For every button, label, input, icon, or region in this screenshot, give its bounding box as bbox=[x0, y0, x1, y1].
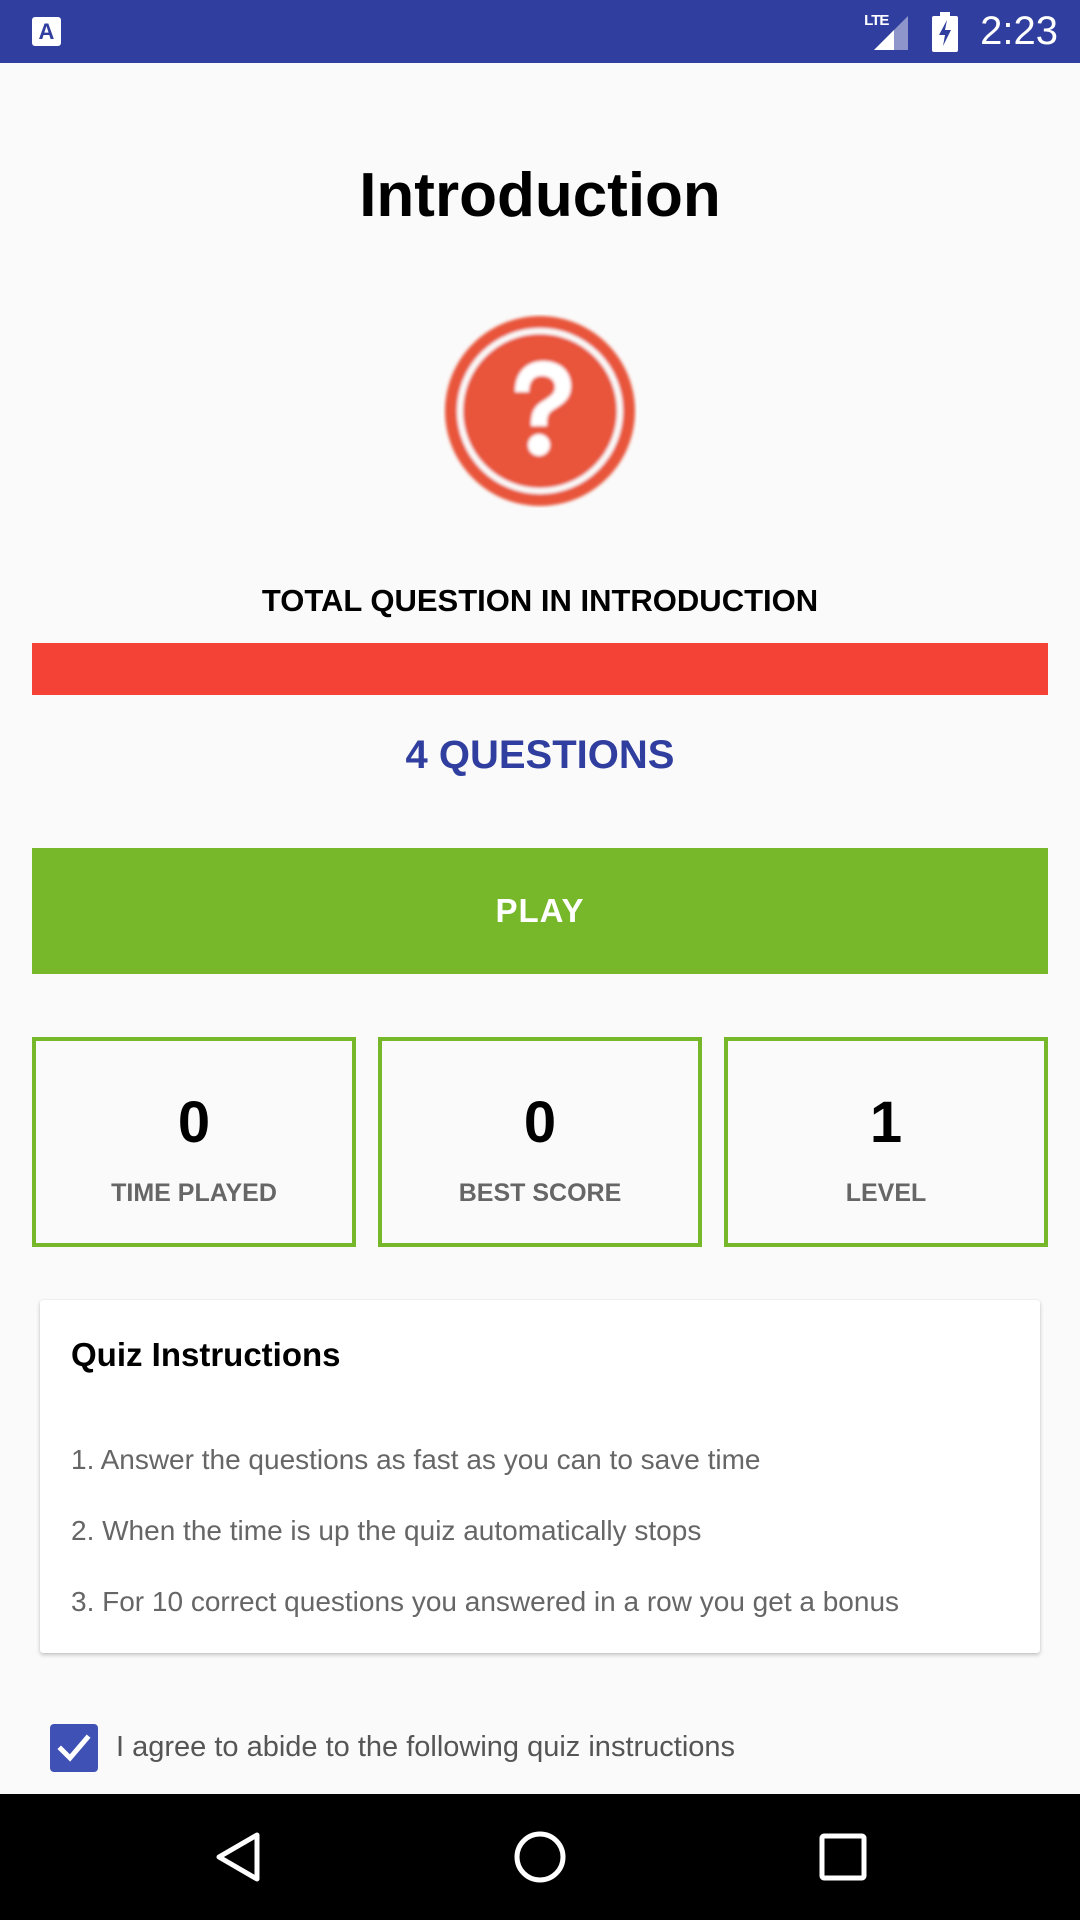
page-title: Introduction bbox=[359, 161, 721, 230]
status-time: 2:23 bbox=[980, 9, 1058, 53]
stat-label: BEST SCORE bbox=[458, 1179, 622, 1207]
stat-value: 1 bbox=[869, 1090, 903, 1155]
signal-icon: LTE bbox=[864, 12, 910, 52]
agree-label[interactable]: I agree to abide to the following quiz i… bbox=[116, 1731, 735, 1764]
stat-value: 0 bbox=[177, 1090, 211, 1155]
home-icon[interactable] bbox=[510, 1827, 570, 1887]
app-notification-icon: A bbox=[32, 17, 61, 46]
battery-charging-icon bbox=[932, 11, 959, 52]
instruction-item: 3. For 10 correct questions you answered… bbox=[71, 1586, 900, 1617]
instructions-card: Quiz Instructions 1. Answer the question… bbox=[40, 1300, 1040, 1653]
app-icon-letter: A bbox=[38, 18, 55, 44]
stat-value: 0 bbox=[523, 1090, 557, 1155]
back-icon[interactable] bbox=[207, 1827, 267, 1887]
play-button[interactable]: PLAY bbox=[32, 848, 1048, 974]
status-indicators: LTE 2:23 bbox=[864, 0, 1058, 63]
question-circle-icon bbox=[445, 316, 635, 506]
instruction-item: 1. Answer the questions as fast as you c… bbox=[71, 1444, 761, 1475]
stat-time-played: 0 TIME PLAYED bbox=[32, 1037, 356, 1247]
total-questions-label: TOTAL QUESTION IN INTRODUCTION bbox=[261, 583, 819, 618]
stat-label: LEVEL bbox=[845, 1179, 927, 1207]
instruction-item: 2. When the time is up the quiz automati… bbox=[71, 1515, 702, 1546]
questions-count: 4 QUESTIONS bbox=[405, 733, 675, 777]
status-bar: A LTE 2:23 bbox=[0, 0, 1080, 63]
instructions-title: Quiz Instructions bbox=[71, 1336, 341, 1373]
navigation-bar bbox=[0, 1794, 1080, 1920]
stat-level: 1 LEVEL bbox=[724, 1037, 1048, 1247]
stat-best-score: 0 BEST SCORE bbox=[378, 1037, 702, 1247]
stat-label: TIME PLAYED bbox=[111, 1179, 277, 1207]
agree-checkbox[interactable] bbox=[50, 1724, 98, 1772]
checkmark-icon bbox=[57, 1734, 91, 1762]
recents-icon[interactable] bbox=[813, 1827, 873, 1887]
progress-bar bbox=[32, 643, 1048, 695]
